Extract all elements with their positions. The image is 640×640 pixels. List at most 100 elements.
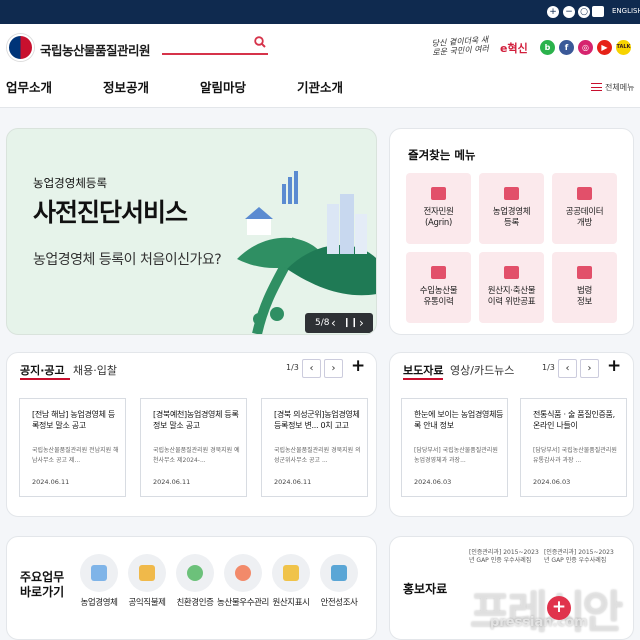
banner-illustration: [237, 171, 376, 334]
favorite-menu-panel: 즐겨찾는 메뉴 전자민원 (Agrin) 농업경영체 등록 공공데이터 개방 수…: [389, 128, 634, 335]
tab-video-cardnews[interactable]: 영상/카드뉴스: [450, 362, 514, 378]
tab-press-release[interactable]: 보도자료: [403, 362, 443, 378]
print-icon[interactable]: [592, 6, 604, 17]
quick-link-origin[interactable]: 원산지표시: [265, 554, 317, 609]
post-desc: [담당부서] 국립농산물품질관리원 유통감사과 과장 ...: [533, 447, 617, 464]
payment-icon: [128, 554, 166, 592]
shield-icon: [320, 554, 358, 592]
pr-image-2[interactable]: [인증관리과] 2015~2023년 GAP 인증 우수사례집: [544, 549, 614, 565]
post-date: 2024.06.03: [533, 478, 571, 486]
post-title: [전남 해남] 농업경영체 등록정보 말소 공고: [32, 410, 115, 430]
cloud-data-icon: [577, 187, 592, 200]
notice-pager: 1/3: [286, 363, 299, 372]
banner-pause-button[interactable]: ❙❙: [343, 313, 358, 333]
youtube-icon[interactable]: ▶: [597, 40, 612, 55]
fav-label: 공공데이터 개방: [565, 207, 604, 228]
all-menu-button[interactable]: 전체메뉴: [591, 82, 634, 93]
press-card[interactable]: 전통식품 · 술 품질인증품, 온라인 나들이 [담당부서] 국립농산물품질관리…: [520, 398, 627, 497]
band-icon[interactable]: b: [540, 40, 555, 55]
quick-link-eco-cert[interactable]: 친환경인증: [169, 554, 221, 609]
press-more-button[interactable]: +: [607, 356, 621, 376]
main-banner[interactable]: 농업경영체등록 사전진단서비스 농업경영체 등록이 처음이신가요? 5/8 ‹ …: [6, 128, 377, 335]
search-input[interactable]: [162, 39, 268, 55]
quick-link-safety[interactable]: 안전성조사: [313, 554, 365, 609]
post-title: 전통식품 · 술 품질인증품, 온라인 나들이: [533, 410, 615, 430]
notice-card[interactable]: [경북 의성군위]농업경영체 등록정보 변... 0치 고고 국립농산물품질관리…: [261, 398, 368, 497]
facebook-icon[interactable]: f: [559, 40, 574, 55]
laptop-icon: [431, 187, 446, 200]
government-emblem-icon[interactable]: [7, 34, 34, 61]
tab-recruit[interactable]: 채용·입찰: [73, 362, 117, 378]
fav-origin-violation[interactable]: 원산지·축산물 이력 위반공표: [479, 252, 544, 323]
press-panel: 보도자료 영상/카드뉴스 1/3 ‹ › + 한눈에 보이는 농업경영체등록 안…: [389, 352, 634, 517]
kakaotalk-icon[interactable]: TALK: [616, 40, 631, 55]
press-card[interactable]: 한눈에 보이는 농업경영체등록 안내 정보 [담당부서] 국립농산물품질관리원 …: [401, 398, 508, 497]
banner-prev-button[interactable]: ‹: [331, 313, 336, 333]
e-innovation-logo[interactable]: e혁신: [500, 40, 528, 56]
instagram-icon[interactable]: ◎: [578, 40, 593, 55]
notice-next-button[interactable]: ›: [324, 359, 343, 378]
quick-link-label: 안전성조사: [320, 598, 358, 608]
quick-link-direct-payment[interactable]: 공익직불제: [121, 554, 173, 609]
notice-prev-button[interactable]: ‹: [302, 359, 321, 378]
fav-open-data[interactable]: 공공데이터 개방: [552, 173, 617, 244]
all-menu-label: 전체메뉴: [605, 83, 635, 92]
notice-card[interactable]: [경북예천]농업경영체 등록정보 말소 공고 국립농산물품질관리원 경북지원 예…: [140, 398, 247, 497]
post-desc: 국립농산물품질관리원 경북지원 의성군위사무소 공고 ...: [274, 447, 361, 464]
quick-links-title: 주요업무 바로가기: [20, 570, 65, 599]
fav-law-info[interactable]: 법령 정보: [552, 252, 617, 323]
search-icon[interactable]: [254, 36, 266, 48]
fav-label: 법령 정보: [576, 286, 593, 307]
farm-icon: [80, 554, 118, 592]
quick-links-panel: 주요업무 바로가기 농업경영체 공익직불제 친환경인증 농산물우수관리 원산지표…: [6, 536, 377, 640]
post-date: 2024.06.03: [414, 478, 452, 486]
top-utility-bar: + − ○ ENGLISH: [0, 0, 640, 24]
english-link[interactable]: ENGLISH: [612, 7, 640, 15]
post-date: 2024.06.11: [274, 478, 312, 486]
org-name-logo[interactable]: 국립농산물품질관리원: [40, 40, 151, 59]
quick-link-label: 농산물우수관리: [217, 598, 269, 608]
fav-label: 수입농산물 유통이력: [419, 286, 458, 307]
watermark: 프레시안: [470, 587, 623, 638]
quick-link-gap[interactable]: 농산물우수관리: [217, 554, 269, 609]
quick-link-label: 농업경영체: [80, 598, 118, 608]
gavel-icon: [577, 266, 592, 279]
quick-link-farm[interactable]: 농업경영체: [73, 554, 125, 609]
press-prev-button[interactable]: ‹: [558, 359, 577, 378]
post-desc: [담당부서] 국립농산물품질관리원 농업경영체과 과장...: [414, 447, 498, 464]
zoom-reset-icon[interactable]: ○: [578, 6, 590, 18]
zoom-out-icon[interactable]: −: [563, 6, 575, 18]
pr-more-button[interactable]: +: [547, 596, 571, 620]
nav-item-business[interactable]: 업무소개: [6, 77, 52, 96]
post-desc: 국립농산물품질관리원 경북지원 예천사무소 제2024-...: [153, 447, 240, 464]
fav-e-civil[interactable]: 전자민원 (Agrin): [406, 173, 471, 244]
notice-more-button[interactable]: +: [351, 356, 365, 376]
post-title: 한눈에 보이는 농업경영체등록 안내 정보: [414, 410, 504, 430]
press-pager: 1/3: [542, 363, 555, 372]
nav-item-about[interactable]: 기관소개: [297, 77, 343, 96]
site-header: 국립농산물품질관리원 당신 곁이더욱 새로운 국민이 여러 e혁신 b f ◎ …: [0, 24, 640, 108]
notice-panel: 공지·공고 채용·입찰 1/3 ‹ › + [전남 해남] 농업경영체 등록정보…: [6, 352, 377, 517]
tab-notice[interactable]: 공지·공고: [20, 362, 65, 378]
zoom-in-icon[interactable]: +: [547, 6, 559, 18]
fav-label: 농업경영체 등록: [492, 207, 531, 228]
post-title: [경북 의성군위]농업경영체 등록정보 변... 0치 고고: [274, 410, 360, 430]
post-date: 2024.06.11: [153, 478, 191, 486]
clipboard-icon: [272, 554, 310, 592]
banner-counter: 5/8: [315, 318, 330, 328]
active-tab-underline: [20, 378, 70, 380]
post-desc: 국립농산물품질관리원 전남지원 해남사무소 공고 제...: [32, 447, 119, 464]
banner-subtitle: 농업경영체등록: [33, 176, 108, 190]
fav-farm-register[interactable]: 농업경영체 등록: [479, 173, 544, 244]
banner-description: 농업경영체 등록이 처음이신가요?: [33, 252, 222, 268]
nav-item-disclosure[interactable]: 정보공개: [103, 77, 149, 96]
nav-item-notice[interactable]: 알림마당: [200, 77, 246, 96]
fav-import-trace[interactable]: 수입농산물 유통이력: [406, 252, 471, 323]
banner-next-button[interactable]: ›: [359, 313, 364, 333]
press-next-button[interactable]: ›: [580, 359, 599, 378]
quick-link-label: 친환경인증: [176, 598, 214, 608]
post-title: [경북예천]농업경영체 등록정보 말소 공고: [153, 410, 239, 430]
pr-image-1[interactable]: [인증관리과] 2015~2023년 GAP 인증 우수사례집: [469, 549, 539, 565]
pr-title: 홍보자료: [403, 582, 448, 596]
notice-card[interactable]: [전남 해남] 농업경영체 등록정보 말소 공고 국립농산물품질관리원 전남지원…: [19, 398, 126, 497]
